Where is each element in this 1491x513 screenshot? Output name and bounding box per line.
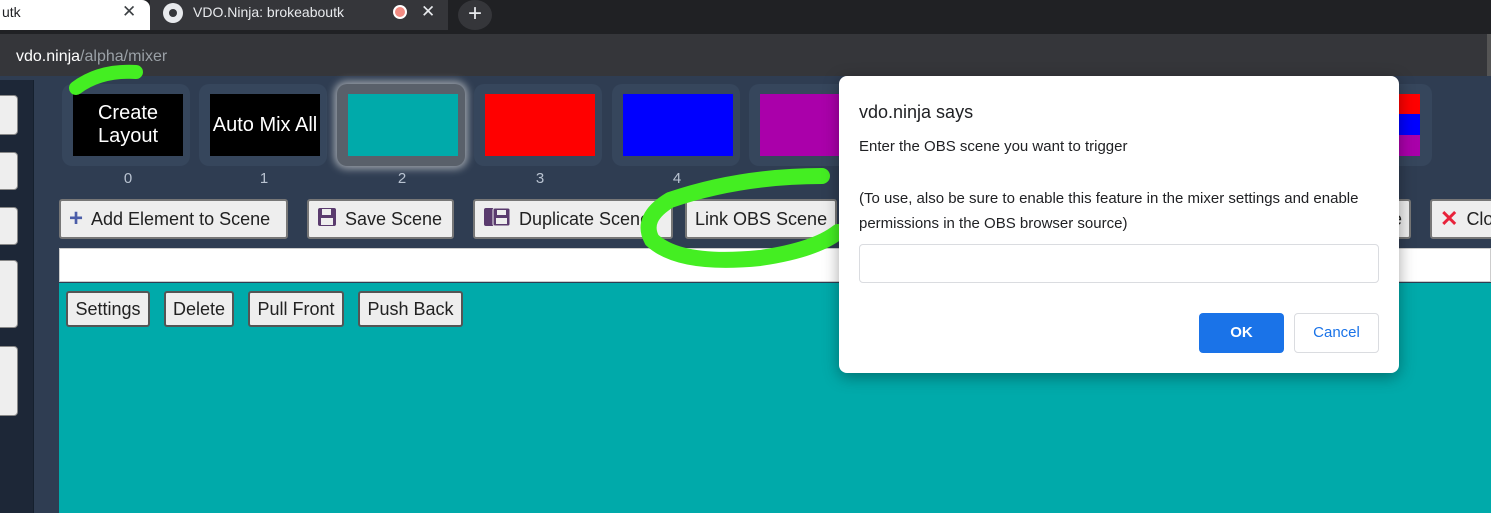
scene-preview [485,94,595,156]
scene-tile-4[interactable] [612,84,740,166]
scene-tile-3[interactable] [474,84,602,166]
browser-tab-1[interactable]: utk ✕ [0,0,150,30]
address-bar[interactable]: vdo.ninja/alpha/mixer [0,34,1491,76]
address-bar-edge [1487,34,1491,76]
browser-tab-2[interactable]: VDO.Ninja: brokeaboutk ✕ [150,0,448,30]
sidebar-button[interactable] [0,207,18,245]
obs-scene-input[interactable] [859,244,1379,283]
sidebar-button[interactable] [0,260,18,328]
scene-tile-0[interactable]: Create Layout [62,84,190,166]
scene-label: Auto Mix All [210,94,320,156]
recording-indicator-icon [393,5,407,19]
scene-tile-2-selected[interactable] [337,84,465,166]
sidebar-button[interactable] [0,95,18,135]
settings-button[interactable]: Settings [66,291,150,327]
cancel-button[interactable]: Cancel [1294,313,1379,353]
tab-close-icon[interactable]: ✕ [122,2,136,22]
scene-number: 0 [123,170,133,187]
floppy-disk-icon [317,207,337,232]
url-host: vdo.ninja [16,48,81,65]
sidebar-button[interactable] [0,346,18,416]
tab-close-icon[interactable]: ✕ [421,2,435,22]
close-x-icon: ✕ [1440,206,1459,231]
scene-preview [623,94,733,156]
close-button[interactable]: ✕ Close [1430,199,1491,239]
scene-number: 2 [397,170,407,187]
duplicate-scene-button[interactable]: Duplicate Scene [473,199,673,239]
pull-front-button[interactable]: Pull Front [248,291,344,327]
url-path: /alpha/mixer [80,48,168,65]
duplicate-icon [483,207,511,232]
save-scene-label: Save Scene [345,208,443,229]
scene-number: 1 [259,170,269,187]
url-text[interactable]: vdo.ninja/alpha/mixer [16,48,167,66]
close-label: Close [1466,208,1491,229]
push-back-button[interactable]: Push Back [358,291,463,327]
scene-tile-1[interactable]: Auto Mix All [199,84,327,166]
add-element-button[interactable]: + Add Element to Scene [59,199,288,239]
dialog-title: vdo.ninja says [859,102,974,122]
left-sidebar [0,80,34,513]
browser-tab-strip: utk ✕ VDO.Ninja: brokeaboutk ✕ + [0,0,1491,34]
dialog-note: (To use, also be sure to enable this fea… [859,190,1359,232]
vdo-ninja-favicon-icon [163,3,183,23]
new-tab-button[interactable]: + [458,0,492,30]
tab-title: utk [2,4,21,20]
ok-button[interactable]: OK [1199,313,1284,353]
link-obs-scene-label: Link OBS Scene [695,208,828,229]
duplicate-scene-label: Duplicate Scene [519,208,651,229]
scene-number: 3 [535,170,545,187]
add-element-label: Add Element to Scene [91,208,271,229]
dialog-message: Enter the OBS scene you want to trigger [859,138,1128,155]
prompt-dialog: vdo.ninja says Enter the OBS scene you w… [839,76,1399,373]
scene-preview [348,94,458,156]
scene-label: Create Layout [73,94,183,156]
scene-number: 4 [672,170,682,187]
link-obs-scene-button[interactable]: Link OBS Scene [685,199,837,239]
plus-icon: + [69,205,84,232]
delete-button[interactable]: Delete [164,291,234,327]
tab-title: VDO.Ninja: brokeaboutk [193,4,344,20]
save-scene-button[interactable]: Save Scene [307,199,454,239]
sidebar-button[interactable] [0,152,18,190]
